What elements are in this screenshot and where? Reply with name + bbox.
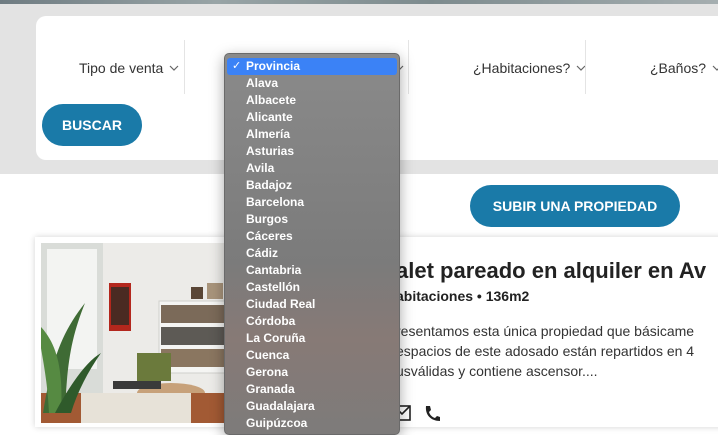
listing-photo[interactable] bbox=[41, 243, 231, 423]
provincia-option[interactable]: Granada bbox=[225, 381, 399, 398]
filter-banos[interactable]: ¿Baños? bbox=[650, 56, 718, 80]
provincia-option[interactable]: Alava bbox=[225, 75, 399, 92]
provincia-option[interactable]: Albacete bbox=[225, 92, 399, 109]
phone-icon[interactable] bbox=[423, 405, 441, 426]
provincia-option[interactable]: Gerona bbox=[225, 364, 399, 381]
listing-description-line: usválidas y contiene ascensor.... bbox=[396, 363, 598, 379]
buscar-button[interactable]: BUSCAR bbox=[42, 104, 142, 146]
provincia-option[interactable]: Badajoz bbox=[225, 177, 399, 194]
provincia-option[interactable]: Avila bbox=[225, 160, 399, 177]
checkmark-icon: ✓ bbox=[232, 60, 242, 72]
provincia-option[interactable]: Cuenca bbox=[225, 347, 399, 364]
filter-divider bbox=[585, 40, 586, 94]
provincia-option[interactable]: Castellón bbox=[225, 279, 399, 296]
provincia-option[interactable]: Ciudad Real bbox=[225, 296, 399, 313]
provincia-option[interactable]: Barcelona bbox=[225, 194, 399, 211]
filter-tipo-venta[interactable]: Tipo de venta bbox=[79, 56, 179, 80]
provincia-options-list: Alava Albacete Alicante Almería Asturias Avil… bbox=[225, 75, 399, 432]
filter-habitaciones[interactable]: ¿Habitaciones? bbox=[473, 56, 586, 80]
provincia-option[interactable]: Cádiz bbox=[225, 245, 399, 262]
provincia-option[interactable]: Asturias bbox=[225, 143, 399, 160]
listing-description-line: resentamos esta única propiedad que bási… bbox=[396, 323, 695, 339]
provincia-option[interactable]: Guipúzcoa bbox=[225, 415, 399, 432]
listing-description: resentamos esta única propiedad que bási… bbox=[396, 321, 694, 381]
listing-title[interactable]: alet pareado en alquiler en Av bbox=[396, 258, 706, 284]
provincia-option[interactable]: Cáceres bbox=[225, 228, 399, 245]
contact-icons bbox=[393, 405, 441, 426]
provincia-option[interactable]: Burgos bbox=[225, 211, 399, 228]
provincia-dropdown-menu[interactable]: ✓ Provincia Alava Albacete Alicante Almería… bbox=[224, 53, 400, 435]
filter-habitaciones-label: ¿Habitaciones? bbox=[473, 60, 571, 76]
chevron-down-icon bbox=[169, 63, 179, 73]
provincia-option[interactable]: Guadalajara bbox=[225, 398, 399, 415]
chevron-down-icon bbox=[712, 63, 718, 73]
filter-banos-label: ¿Baños? bbox=[650, 60, 707, 76]
provincia-option-label: Provincia bbox=[246, 59, 301, 73]
provincia-option[interactable]: Córdoba bbox=[225, 313, 399, 330]
filter-tipo-venta-label: Tipo de venta bbox=[79, 60, 164, 76]
listing-description-line: espacios de este adosado están repartido… bbox=[396, 343, 695, 359]
provincia-option[interactable]: La Coruña bbox=[225, 330, 399, 347]
provincia-option-selected[interactable]: ✓ Provincia bbox=[227, 58, 397, 75]
provincia-option[interactable]: Cantabria bbox=[225, 262, 399, 279]
subir-propiedad-button[interactable]: SUBIR UNA PROPIEDAD bbox=[470, 185, 680, 227]
provincia-option[interactable]: Alicante bbox=[225, 109, 399, 126]
listing-specs: abitaciones • 136m2 bbox=[396, 288, 530, 304]
provincia-option[interactable]: Almería bbox=[225, 126, 399, 143]
filter-divider bbox=[408, 40, 409, 94]
filter-divider bbox=[184, 40, 185, 94]
